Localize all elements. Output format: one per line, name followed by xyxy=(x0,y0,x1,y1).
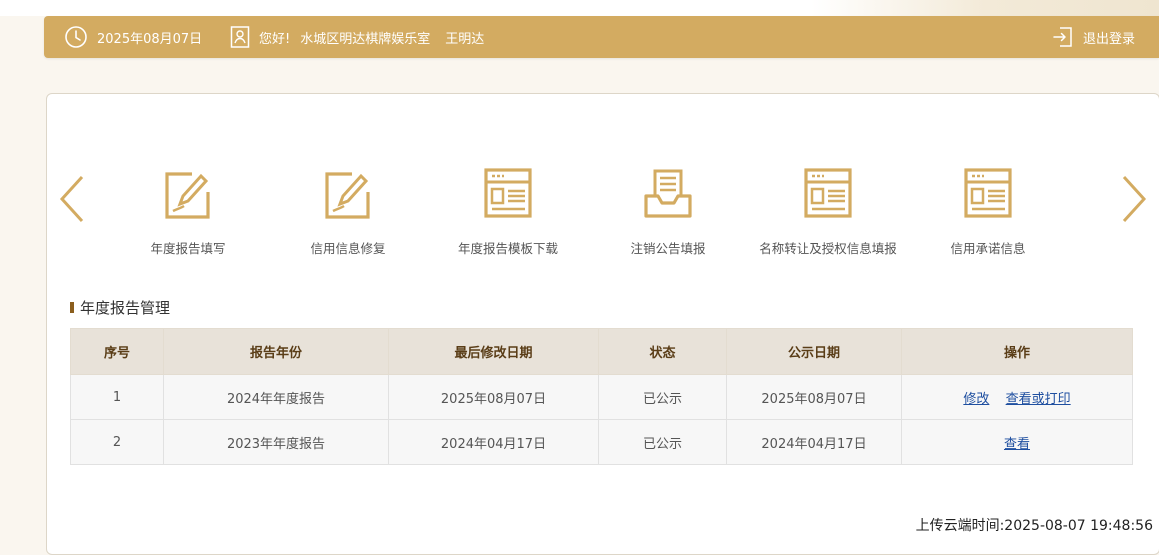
header-date: 2025年08月07日 xyxy=(64,16,202,58)
org-name: 水城区明达棋牌娱乐室 xyxy=(300,31,431,47)
clock-icon xyxy=(64,25,88,49)
carousel-next-button[interactable] xyxy=(1119,174,1149,224)
cell-year: 2023年年度报告 xyxy=(163,419,389,465)
upload-time: 上传云端时间:2025-08-07 19:48:56 xyxy=(915,518,1153,534)
header-date-text: 2025年08月07日 xyxy=(97,31,203,47)
table-row: 1 2024年年度报告 2025年08月07日 已公示 2025年08月07日 … xyxy=(70,374,1133,420)
cell-published: 2025年08月07日 xyxy=(726,374,902,420)
edit-link[interactable]: 修改 xyxy=(963,392,989,407)
header-bar: 2025年08月07日 您好! 水城区明达棋牌娱乐室 王明达 退出登录 xyxy=(44,16,1159,58)
cell-modified: 2024年04月17日 xyxy=(388,419,599,465)
edit-form-icon xyxy=(322,166,374,222)
nav-annual-report-fill[interactable]: 年度报告填写 xyxy=(118,166,258,257)
column-header-index: 序号 xyxy=(70,328,164,375)
nav-item-label: 信用承诺信息 xyxy=(950,241,1026,256)
cell-index: 2 xyxy=(70,419,164,465)
cell-actions: 修改 查看或打印 xyxy=(901,374,1133,420)
logout-label: 退出登录 xyxy=(1083,31,1136,47)
nav-credit-repair[interactable]: 信用信息修复 xyxy=(278,166,418,257)
cell-status: 已公示 xyxy=(598,374,727,420)
nav-item-label: 名称转让及授权信息填报 xyxy=(759,241,897,256)
section-title-text: 年度报告管理 xyxy=(80,299,171,317)
nav-credit-commitment[interactable]: 信用承诺信息 xyxy=(918,166,1058,257)
top-decoration xyxy=(0,0,1159,16)
nav-item-label: 年度报告模板下载 xyxy=(457,241,558,256)
column-header-status: 状态 xyxy=(598,328,727,375)
edit-form-icon xyxy=(162,166,214,222)
annual-report-table: 序号 报告年份 最后修改日期 状态 公示日期 操作 1 2024年年度报告 20… xyxy=(70,328,1133,465)
document-template-icon xyxy=(802,166,854,222)
column-header-year: 报告年份 xyxy=(163,328,389,375)
cell-modified: 2025年08月07日 xyxy=(388,374,599,420)
column-header-modified: 最后修改日期 xyxy=(388,328,599,375)
greeting-text: 您好! xyxy=(259,31,291,47)
carousel-prev-button[interactable] xyxy=(57,174,87,224)
column-header-published: 公示日期 xyxy=(726,328,902,375)
header-user: 您好! 水城区明达棋牌娱乐室 王明达 xyxy=(230,16,484,58)
view-print-link[interactable]: 查看或打印 xyxy=(1006,392,1071,407)
nav-item-label: 注销公告填报 xyxy=(630,241,706,256)
view-link[interactable]: 查看 xyxy=(1004,437,1030,452)
nav-item-label: 年度报告填写 xyxy=(150,241,226,256)
nav-name-transfer[interactable]: 名称转让及授权信息填报 xyxy=(758,166,898,257)
cell-actions: 查看 xyxy=(901,419,1133,465)
section-title: 年度报告管理 xyxy=(70,297,170,318)
cell-status: 已公示 xyxy=(598,419,727,465)
chevron-right-icon xyxy=(1122,175,1147,223)
chevron-left-icon xyxy=(59,175,84,223)
document-template-icon xyxy=(962,166,1014,222)
logout-button[interactable]: 退出登录 xyxy=(1052,16,1135,58)
user-card-icon xyxy=(230,25,250,49)
cell-year: 2024年年度报告 xyxy=(163,374,389,420)
table-row: 2 2023年年度报告 2024年04月17日 已公示 2024年04月17日 … xyxy=(70,419,1133,465)
user-name: 王明达 xyxy=(445,31,485,47)
table-header-row: 序号 报告年份 最后修改日期 状态 公示日期 操作 xyxy=(70,328,1133,375)
document-template-icon xyxy=(482,166,534,222)
nav-item-label: 信用信息修复 xyxy=(310,241,386,256)
section-marker xyxy=(70,302,74,313)
logout-icon xyxy=(1052,25,1074,49)
nav-template-download[interactable]: 年度报告模板下载 xyxy=(438,166,578,257)
nav-cancellation-notice[interactable]: 注销公告填报 xyxy=(598,166,738,257)
inbox-document-icon xyxy=(642,166,694,222)
main-panel xyxy=(46,93,1159,555)
column-header-actions: 操作 xyxy=(901,328,1133,375)
cell-published: 2024年04月17日 xyxy=(726,419,902,465)
cell-index: 1 xyxy=(70,374,164,420)
